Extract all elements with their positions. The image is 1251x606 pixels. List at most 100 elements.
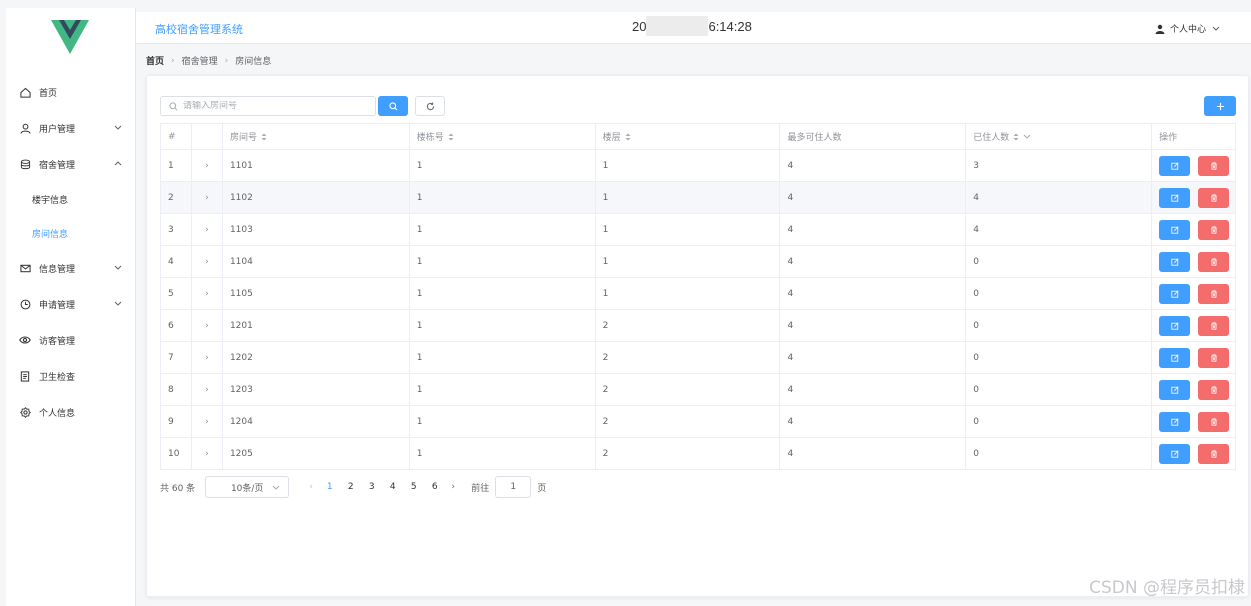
- cell-room-no: 1204: [223, 406, 410, 437]
- cell-max-capacity: 4: [780, 214, 967, 245]
- sort-icon[interactable]: [448, 133, 454, 141]
- add-room-button[interactable]: [1204, 96, 1236, 116]
- delete-button[interactable]: [1198, 219, 1230, 240]
- cell-occupied: 0: [966, 278, 1153, 309]
- menu-item-apply[interactable]: 申请管理: [6, 286, 136, 322]
- cell-building-no: 1: [410, 246, 596, 277]
- search-box[interactable]: [160, 96, 376, 116]
- edit-button[interactable]: [1159, 283, 1191, 304]
- expand-row-icon[interactable]: ›: [192, 342, 223, 373]
- submenu-item-room[interactable]: 房间信息: [6, 216, 136, 250]
- edit-button[interactable]: [1159, 187, 1191, 208]
- search-icon: [169, 101, 178, 110]
- menu-item-users[interactable]: 用户管理: [6, 110, 136, 146]
- breadcrumb-home[interactable]: 首页: [146, 54, 164, 67]
- trash-icon: [1210, 289, 1218, 298]
- reset-button[interactable]: [415, 96, 445, 116]
- expand-row-icon[interactable]: ›: [192, 246, 223, 277]
- delete-button[interactable]: [1198, 411, 1230, 432]
- delete-button[interactable]: [1198, 347, 1230, 368]
- header-room-no[interactable]: 房间号: [223, 124, 410, 149]
- menu-item-profile[interactable]: 个人信息: [6, 394, 136, 430]
- cell-actions: [1152, 342, 1237, 373]
- delete-button[interactable]: [1198, 155, 1230, 176]
- edit-button[interactable]: [1159, 379, 1191, 400]
- next-page-button[interactable]: ›: [445, 482, 461, 492]
- sort-icon[interactable]: [1013, 133, 1019, 141]
- message-icon: [19, 262, 31, 274]
- edit-button[interactable]: [1159, 219, 1191, 240]
- header-actions: 操作: [1152, 124, 1237, 149]
- expand-row-icon[interactable]: ›: [192, 438, 223, 469]
- cell-max-capacity: 4: [780, 150, 967, 181]
- prev-page-button[interactable]: ‹: [303, 482, 319, 492]
- menu-item-home[interactable]: 首页: [6, 74, 136, 110]
- jump-page-input[interactable]: [495, 476, 532, 498]
- chevron-right-icon: ›: [171, 55, 175, 66]
- page-number-button[interactable]: 5: [403, 482, 424, 492]
- expand-row-icon[interactable]: ›: [192, 278, 223, 309]
- edit-button[interactable]: [1159, 251, 1191, 272]
- delete-button[interactable]: [1198, 379, 1230, 400]
- delete-button[interactable]: [1198, 187, 1230, 208]
- clock-icon: [19, 298, 31, 310]
- user-center-dropdown[interactable]: 个人中心: [1155, 22, 1225, 35]
- edit-button[interactable]: [1159, 443, 1191, 464]
- header-building-no[interactable]: 楼栋号: [410, 124, 596, 149]
- menu-item-visitor[interactable]: 访客管理: [6, 322, 136, 358]
- breadcrumb-dorm: 宿舍管理: [181, 57, 218, 67]
- clock-redaction: [646, 15, 709, 36]
- expand-row-icon[interactable]: ›: [192, 182, 223, 213]
- expand-row-icon[interactable]: ›: [192, 310, 223, 341]
- edit-button[interactable]: [1159, 347, 1191, 368]
- table-row: 9 › 1204 1 2 4 0: [161, 406, 1237, 438]
- eye-icon: [19, 334, 31, 346]
- cell-index: 10: [161, 438, 192, 469]
- edit-icon: [1170, 418, 1179, 426]
- page-number-button[interactable]: 6: [424, 482, 445, 492]
- user-icon: [19, 122, 31, 134]
- sort-icon[interactable]: [261, 133, 267, 141]
- chevron-down-icon: [114, 263, 122, 273]
- delete-button[interactable]: [1198, 251, 1230, 272]
- delete-button[interactable]: [1198, 315, 1230, 336]
- top-header: 高校宿舍管理系统 20 6:14:28 个人中心: [136, 12, 1251, 44]
- menu-item-info[interactable]: 信息管理: [6, 250, 136, 286]
- edit-button[interactable]: [1159, 411, 1191, 432]
- cell-index: 3: [161, 214, 192, 245]
- header-floor[interactable]: 楼层: [596, 124, 781, 149]
- filter-chevron-icon[interactable]: [1023, 134, 1031, 139]
- cell-index: 5: [161, 278, 192, 309]
- menu-item-hygiene[interactable]: 卫生检查: [6, 358, 136, 394]
- edit-button[interactable]: [1159, 315, 1191, 336]
- chevron-right-icon: ›: [224, 55, 229, 66]
- expand-row-icon[interactable]: ›: [192, 374, 223, 405]
- expand-row-icon[interactable]: ›: [192, 406, 223, 437]
- menu-item-dorm[interactable]: 宿舍管理: [6, 146, 136, 182]
- page-number-button[interactable]: 2: [340, 482, 361, 492]
- search-input[interactable]: [183, 101, 363, 111]
- sort-icon[interactable]: [625, 133, 631, 141]
- cell-index: 8: [161, 374, 192, 405]
- expand-row-icon[interactable]: ›: [192, 150, 223, 181]
- watermark: CSDN @程序员扣棣: [1089, 578, 1245, 598]
- edit-icon: [1170, 322, 1179, 330]
- cell-max-capacity: 4: [780, 374, 967, 405]
- edit-button[interactable]: [1159, 155, 1191, 176]
- page-number-button[interactable]: 1: [319, 482, 340, 492]
- trash-icon: [1210, 385, 1218, 394]
- delete-button[interactable]: [1198, 283, 1230, 304]
- cell-building-no: 1: [410, 438, 596, 469]
- page-number-button[interactable]: 4: [382, 482, 403, 492]
- cell-actions: [1152, 182, 1237, 213]
- cell-actions: [1152, 150, 1237, 181]
- submenu-label: 楼宇信息: [32, 195, 69, 206]
- expand-row-icon[interactable]: ›: [192, 214, 223, 245]
- search-button[interactable]: [378, 96, 408, 116]
- delete-button[interactable]: [1198, 443, 1230, 464]
- pagination: 共 60 条 10条/页 ‹ 123456 › 前往 页: [160, 476, 546, 498]
- page-size-select[interactable]: 10条/页: [205, 476, 290, 498]
- page-number-button[interactable]: 3: [361, 482, 382, 492]
- submenu-item-building[interactable]: 楼宇信息: [6, 182, 136, 216]
- header-occupied[interactable]: 已住人数: [966, 124, 1153, 149]
